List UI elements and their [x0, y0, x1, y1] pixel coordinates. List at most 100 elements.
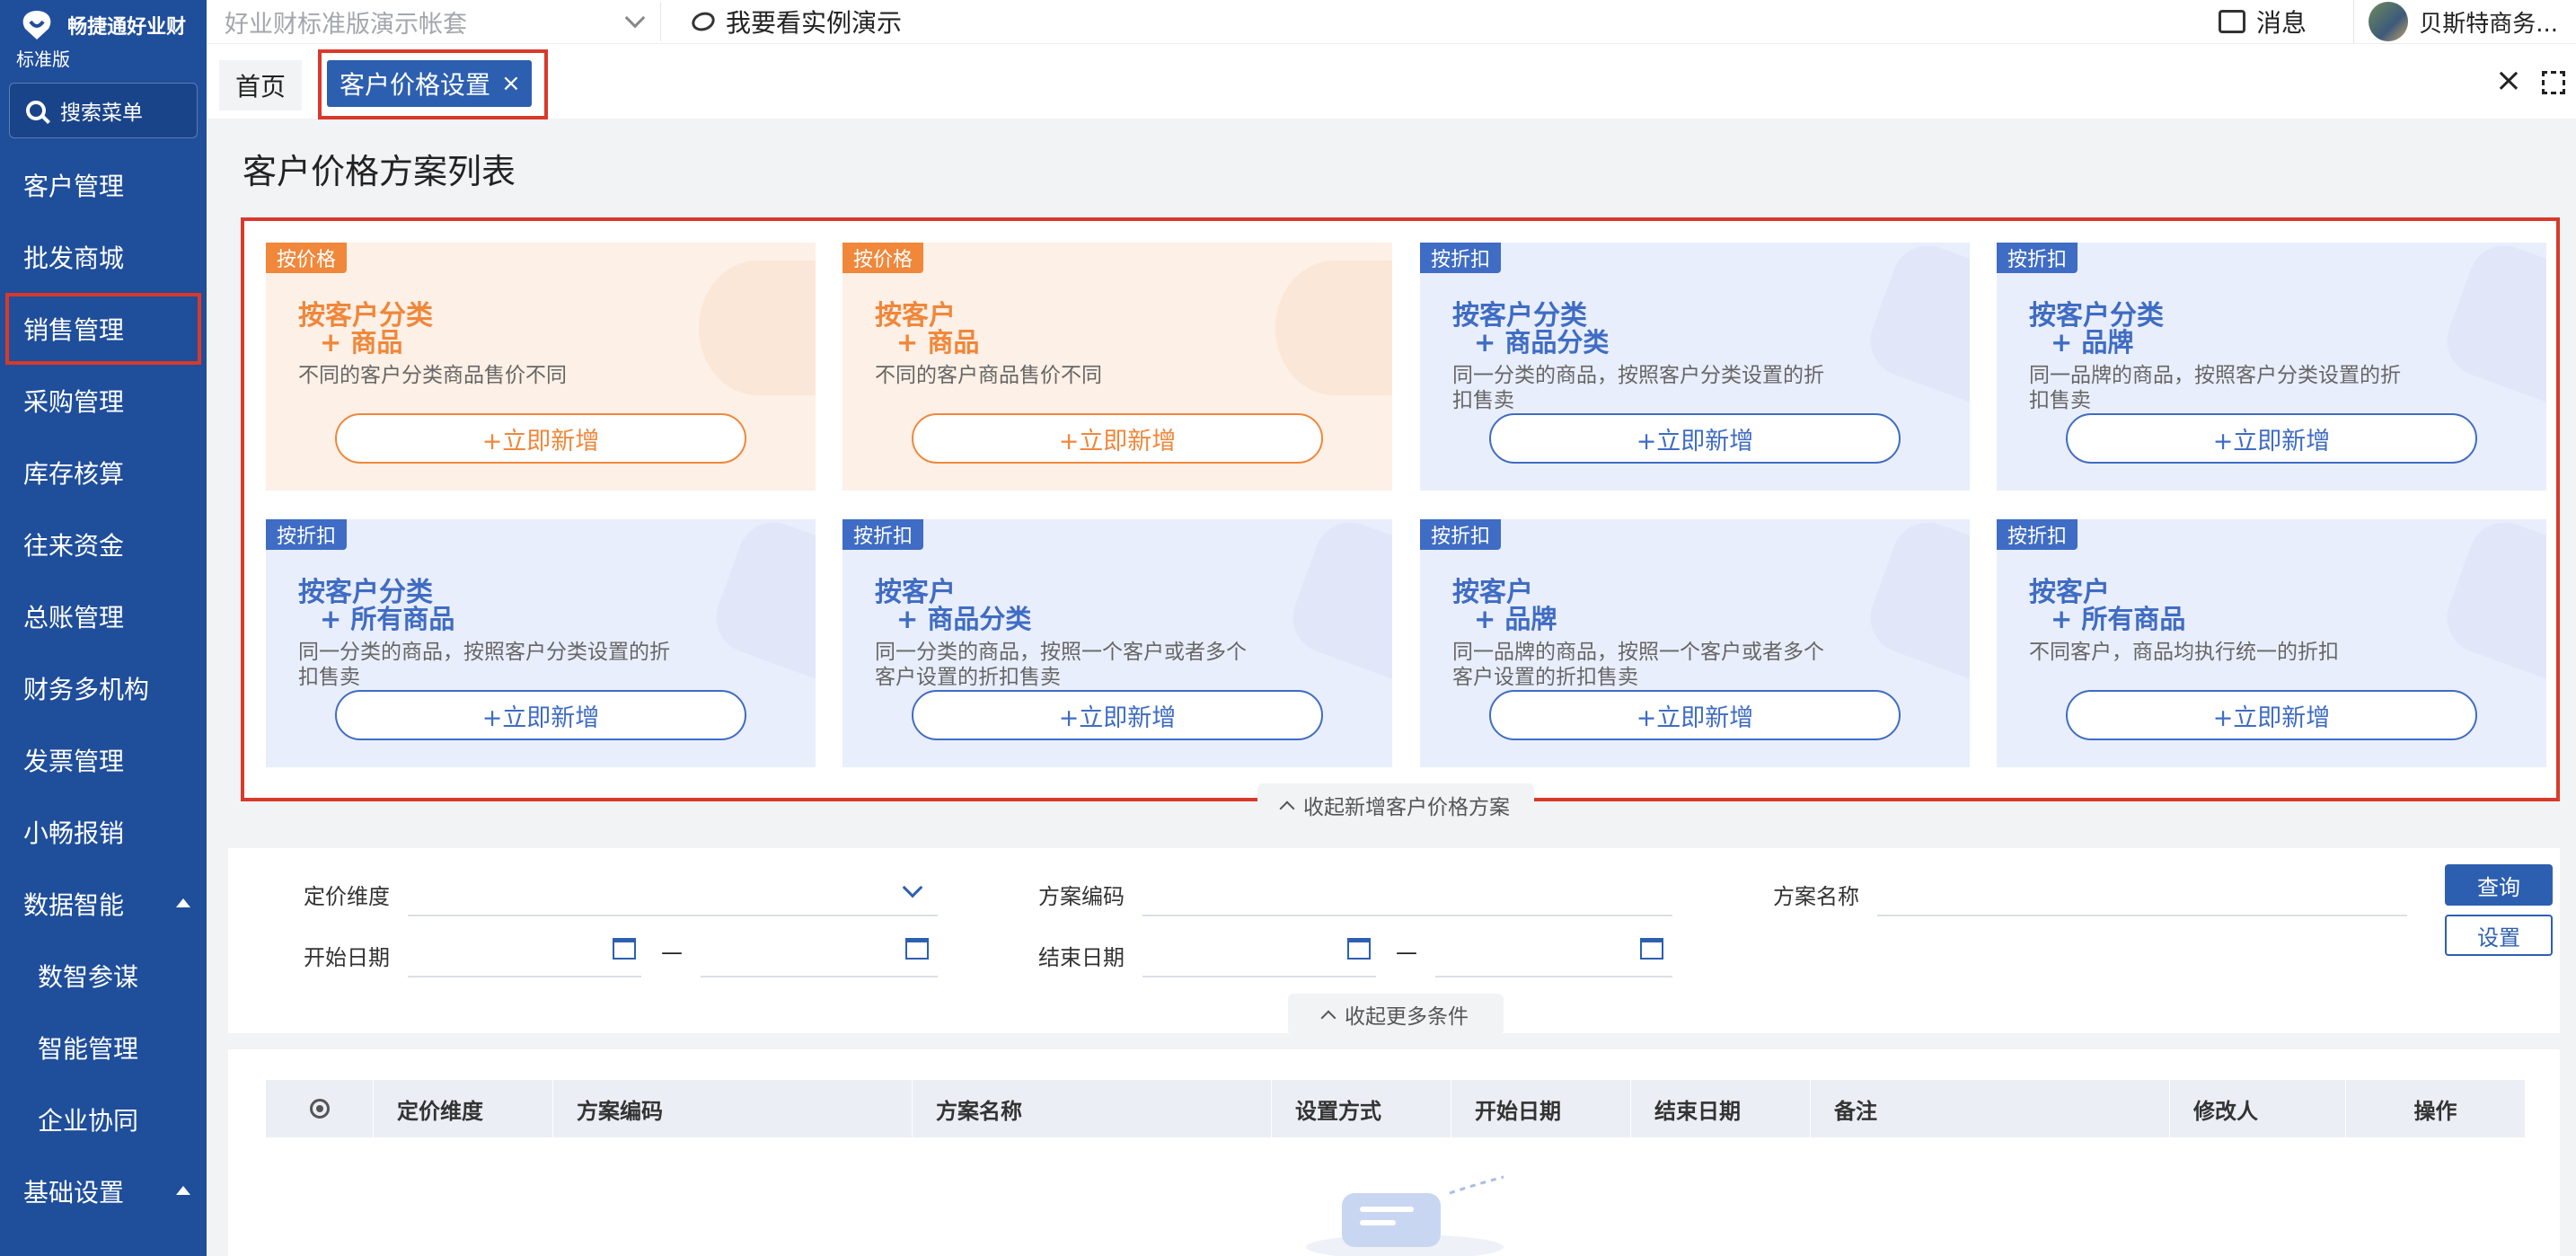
collapse-new-schemes-button[interactable]: 收起新增客户价格方案	[1257, 783, 1534, 827]
table-column-header[interactable]: 开始日期	[1451, 1080, 1631, 1137]
sidebar-item-purchase[interactable]: 采购管理	[0, 365, 207, 437]
brand-name: 畅捷通好业财	[67, 16, 187, 39]
table-column-header[interactable]: 方案编码	[553, 1080, 913, 1137]
chevron-down-icon	[902, 877, 923, 898]
sidebar-item-collaboration[interactable]: 企业协同	[0, 1084, 207, 1155]
table-header: 定价维度 方案编码 方案名称 设置方式 开始日期 结束日期 备注 修改人 操作	[266, 1080, 2526, 1137]
user-menu[interactable]: 贝斯特商务...	[2353, 0, 2558, 43]
collapse-more-conditions-button[interactable]: 收起更多条件	[1288, 994, 1504, 1035]
sidebar-item-funds[interactable]: 往来资金	[0, 509, 207, 580]
end-date-to-input[interactable]	[1435, 976, 1672, 977]
sidebar-item-label: 小畅报销	[23, 818, 125, 848]
search-menu-label: 搜索菜单	[60, 102, 143, 125]
sidebar-item-label: 数智参谋	[38, 962, 139, 992]
account-book-select[interactable]: 好业财标准版演示帐套	[207, 2, 661, 41]
close-all-tabs-icon[interactable]: ×	[2495, 62, 2522, 99]
empty-state-illustration	[1306, 1175, 1504, 1256]
card-subtitle: + 商品	[320, 327, 403, 358]
tab-home[interactable]: 首页	[219, 60, 303, 111]
table-column-header[interactable]: 修改人	[2170, 1080, 2346, 1137]
close-icon[interactable]: ×	[501, 70, 521, 97]
sidebar-item-expense[interactable]: 小畅报销	[0, 796, 207, 868]
scheme-card: 按价格 按客户分类 + 商品 不同的客户分类商品售价不同 +立即新增	[266, 243, 816, 491]
start-date-from-input[interactable]	[408, 976, 641, 977]
add-now-button[interactable]: +立即新增	[1489, 413, 1901, 464]
sidebar-item-customer[interactable]: 客户管理	[0, 149, 207, 221]
end-date-label: 结束日期	[1038, 945, 1125, 970]
gear-icon	[309, 1099, 330, 1119]
calendar-icon[interactable]	[905, 938, 929, 960]
search-menu-button[interactable]: 搜索菜单	[9, 83, 198, 138]
scheme-card: 按折扣 按客户 + 商品分类 同一分类的商品，按照一个客户或者多个客户设置的折扣…	[842, 519, 1392, 767]
add-now-button[interactable]: +立即新增	[2066, 413, 2477, 464]
sidebar-item-label: 企业协同	[38, 1106, 139, 1136]
brand-logo-icon	[22, 11, 51, 40]
messages-label: 消息	[2255, 8, 2307, 38]
start-date-to-input[interactable]	[701, 976, 938, 977]
sidebar-item-label: 采购管理	[23, 387, 125, 417]
add-now-button[interactable]: +立即新增	[912, 413, 1323, 464]
sidebar-item-multi-org[interactable]: 财务多机构	[0, 652, 207, 724]
edition-label: 标准版	[16, 49, 70, 70]
messages-button[interactable]: 消息	[2218, 4, 2307, 40]
add-now-button[interactable]: +立即新增	[335, 690, 746, 740]
pricing-dimension-label: 定价维度	[304, 884, 390, 909]
sidebar-item-inventory[interactable]: 库存核算	[0, 437, 207, 509]
chevron-down-icon	[624, 7, 646, 29]
tab-home-label: 首页	[235, 72, 287, 102]
sidebar-item-wholesale[interactable]: 批发商城	[0, 221, 207, 293]
table-column-header[interactable]: 结束日期	[1631, 1080, 1811, 1137]
calendar-icon[interactable]	[1347, 938, 1371, 960]
calendar-icon[interactable]	[613, 938, 636, 960]
add-now-button[interactable]: +立即新增	[335, 413, 746, 464]
end-date-from-input[interactable]	[1142, 976, 1376, 977]
pricing-dimension-select[interactable]	[408, 915, 938, 916]
scheme-card: 按折扣 按客户分类 + 商品分类 同一分类的商品，按照客户分类设置的折扣售卖 +…	[1420, 243, 1970, 491]
sidebar-item-advisor[interactable]: 数智参谋	[0, 940, 207, 1012]
caret-up-icon	[176, 898, 190, 907]
table-column-header[interactable]: 备注	[1811, 1080, 2170, 1137]
scheme-card: 按折扣 按客户 + 所有商品 不同客户，商品均执行统一的折扣 +立即新增	[1997, 519, 2546, 767]
card-tag: 按折扣	[1420, 519, 1502, 550]
sidebar-item-data-intelligence[interactable]: 数据智能	[0, 868, 207, 940]
sidebar-item-smart-mgmt[interactable]: 智能管理	[0, 1012, 207, 1084]
add-now-button[interactable]: +立即新增	[1489, 690, 1901, 740]
collapse-new-label: 收起新增客户价格方案	[1303, 796, 1510, 819]
planet-icon	[689, 9, 718, 34]
new-scheme-cards: 按价格 按客户分类 + 商品 不同的客户分类商品售价不同 +立即新增 按价格 按…	[241, 217, 2560, 801]
sidebar-item-label: 发票管理	[23, 747, 125, 776]
tab-customer-price-settings[interactable]: 客户价格设置 ×	[327, 60, 532, 107]
calendar-icon[interactable]	[1640, 938, 1663, 960]
table-column-header[interactable]: 定价维度	[374, 1080, 553, 1137]
date-range-separator: —	[661, 940, 683, 965]
message-icon	[2218, 10, 2245, 33]
sidebar-item-sales[interactable]: 销售管理	[5, 293, 201, 365]
card-subtitle: + 商品分类	[896, 604, 1032, 634]
sidebar-item-invoice[interactable]: 发票管理	[0, 724, 207, 796]
card-subtitle: + 所有商品	[2051, 604, 2186, 634]
demo-link[interactable]: 我要看实例演示	[689, 4, 902, 40]
scheme-name-input[interactable]	[1877, 915, 2407, 916]
tag-decoration-icon	[1283, 519, 1392, 679]
scheme-name-label: 方案名称	[1773, 884, 1859, 909]
sidebar-item-label: 智能管理	[38, 1034, 139, 1064]
scheme-card: 按折扣 按客户分类 + 所有商品 同一分类的商品，按照客户分类设置的折扣售卖 +…	[266, 519, 816, 767]
settings-button[interactable]: 设置	[2445, 915, 2553, 956]
column-settings[interactable]	[266, 1080, 374, 1137]
active-tab-highlight: 客户价格设置 ×	[318, 49, 548, 119]
card-description: 不同的客户分类商品售价不同	[298, 364, 567, 387]
tab-label: 客户价格设置	[340, 70, 491, 100]
card-tag: 按折扣	[1997, 243, 2078, 273]
sidebar-item-ledger[interactable]: 总账管理	[0, 580, 207, 652]
scheme-code-input[interactable]	[1142, 915, 1672, 916]
add-now-button[interactable]: +立即新增	[912, 690, 1323, 740]
query-button[interactable]: 查询	[2445, 864, 2553, 906]
search-icon	[26, 101, 46, 120]
sidebar-item-basic-settings[interactable]: 基础设置	[0, 1155, 207, 1227]
fullscreen-icon[interactable]	[2542, 71, 2565, 94]
add-now-button[interactable]: +立即新增	[2066, 690, 2477, 740]
tag-decoration-icon	[1860, 519, 1970, 679]
table-column-header[interactable]: 设置方式	[1272, 1080, 1451, 1137]
tag-decoration-icon	[706, 519, 816, 679]
table-column-header[interactable]: 方案名称	[913, 1080, 1272, 1137]
